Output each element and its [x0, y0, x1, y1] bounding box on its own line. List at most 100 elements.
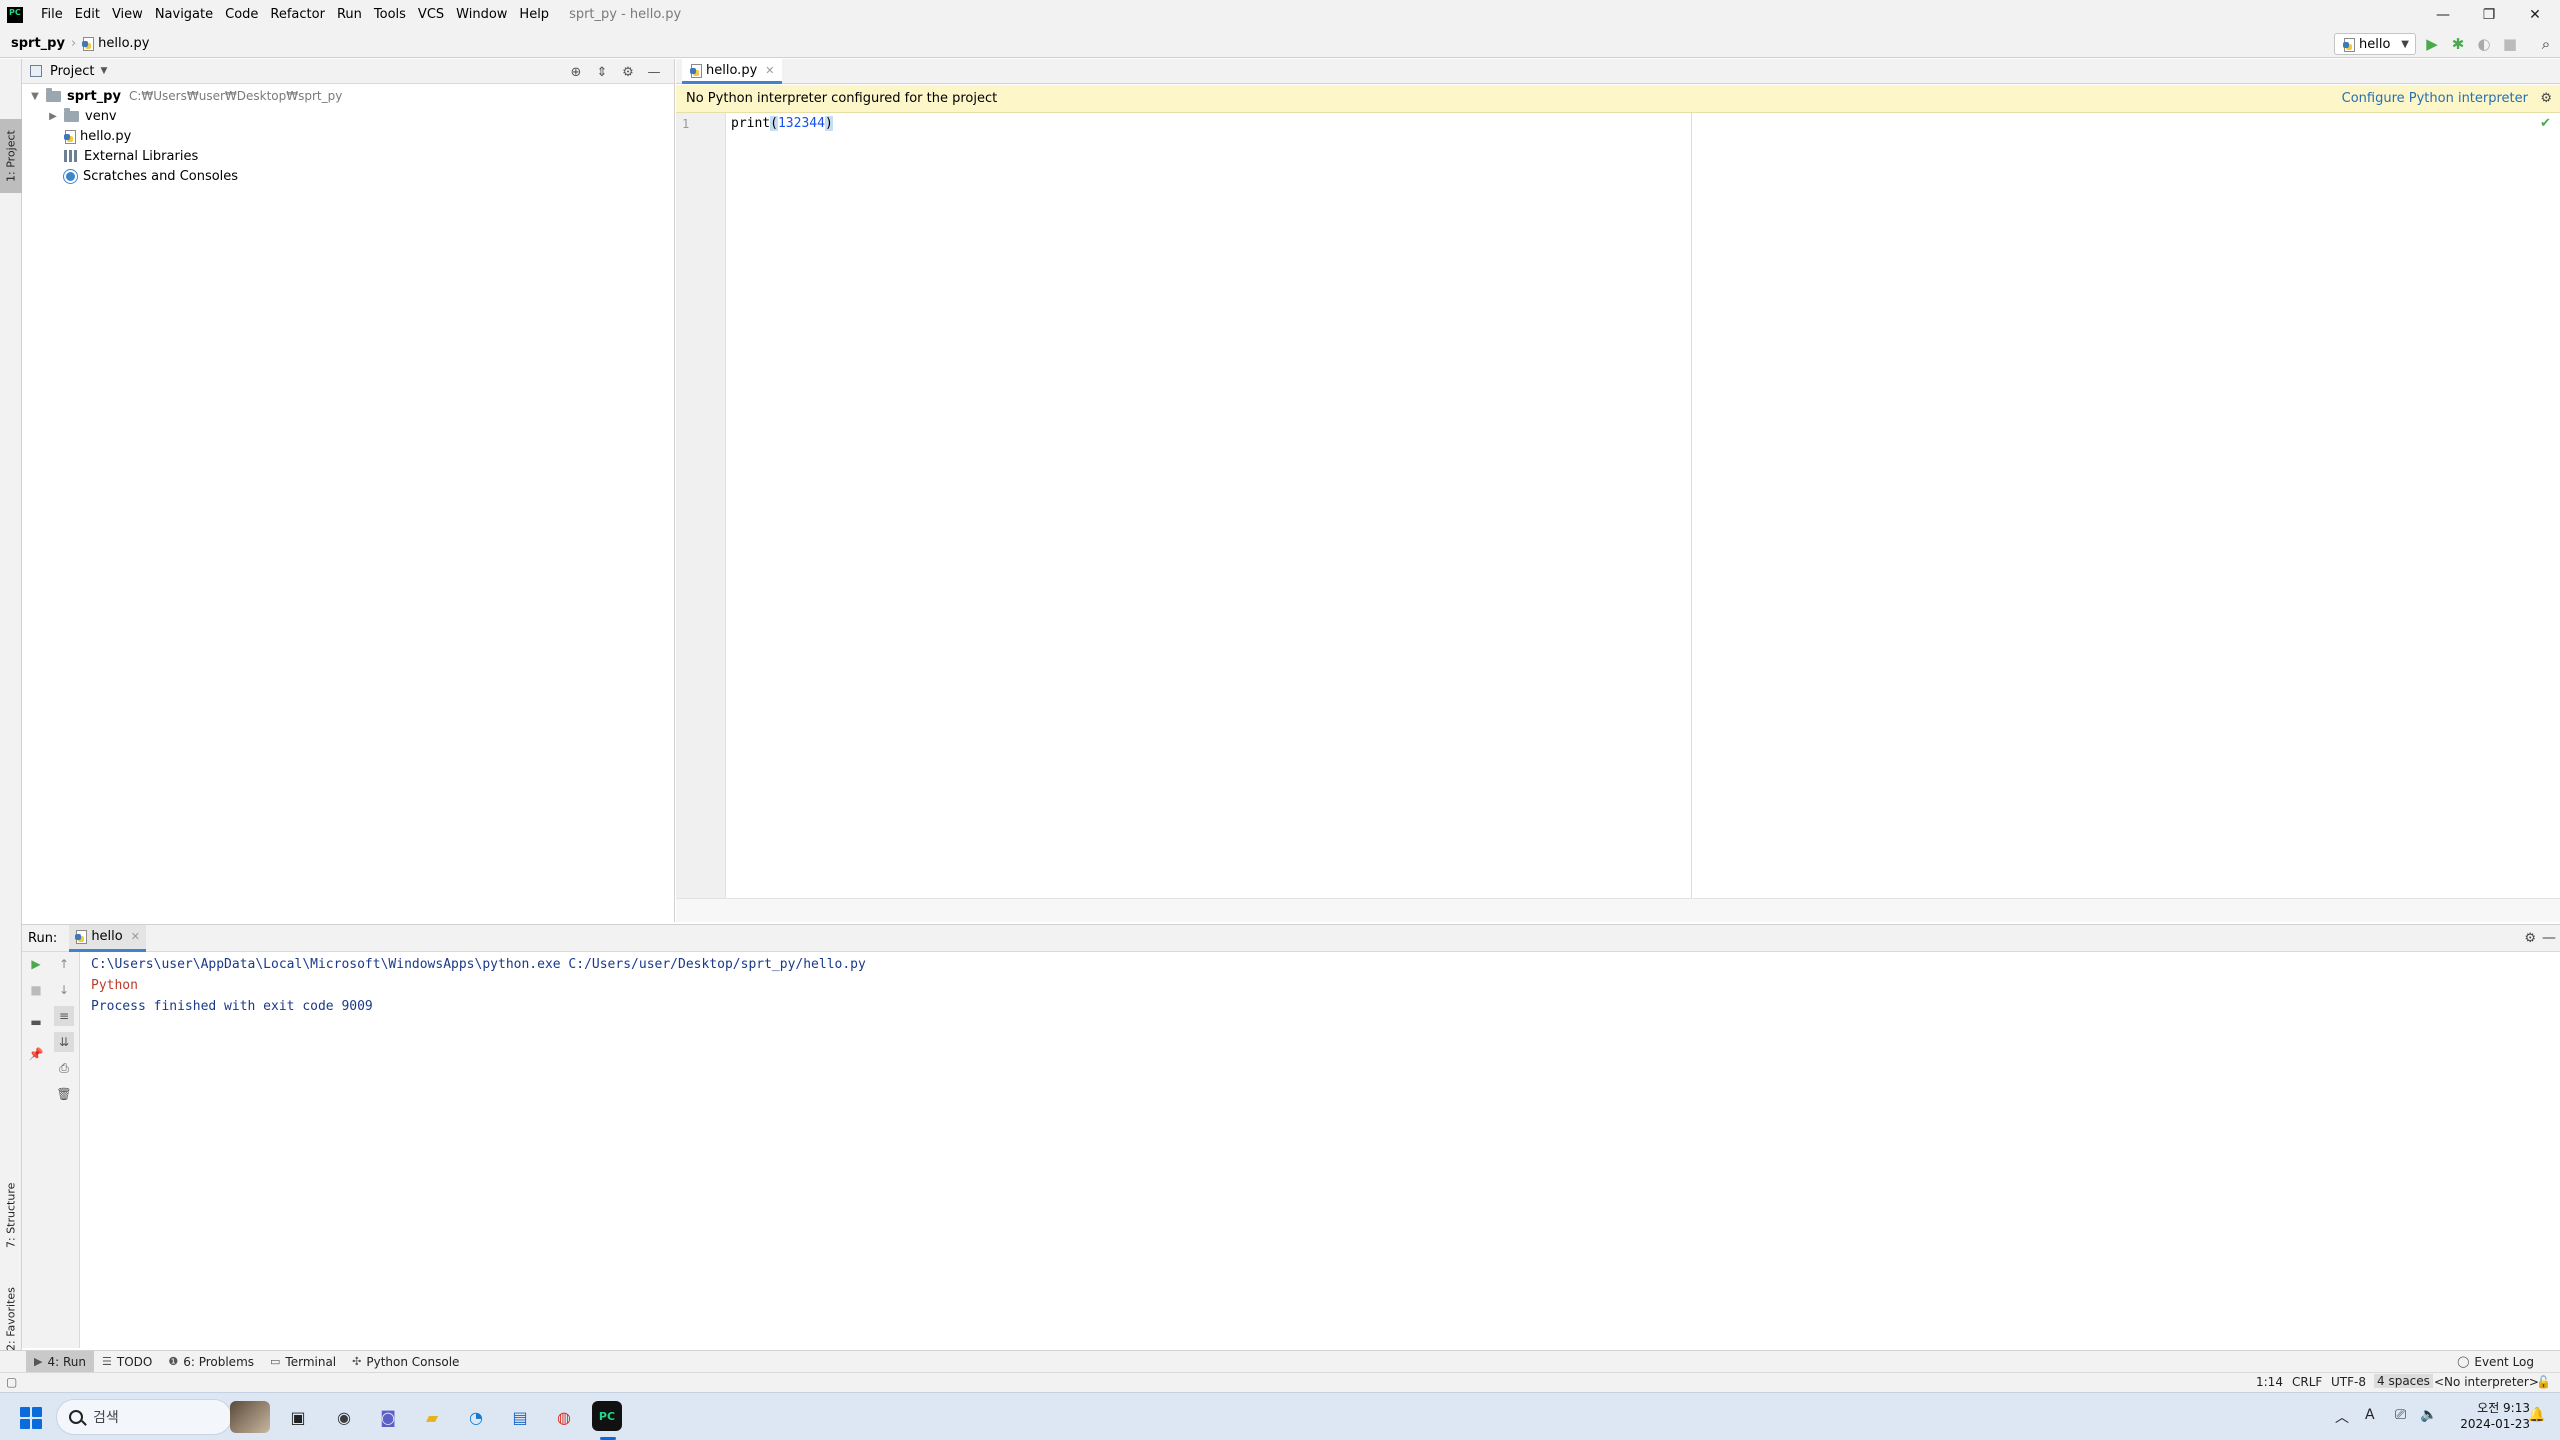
gear-icon[interactable]: ⚙ — [2524, 931, 2536, 946]
chevron-down-icon[interactable]: ▼ — [100, 66, 107, 76]
line-separator[interactable]: CRLF — [2292, 1375, 2322, 1389]
coverage-icon[interactable]: ◐ — [2473, 33, 2495, 55]
print-icon[interactable]: ⎙ — [54, 1058, 74, 1078]
menu-navigate[interactable]: Navigate — [149, 0, 219, 29]
tree-item-venv[interactable]: ▶ venv — [46, 106, 117, 126]
run-tab-label: hello — [91, 929, 123, 944]
close-window-button[interactable]: ✕ — [2512, 0, 2558, 29]
menu-file[interactable]: File — [35, 0, 69, 29]
stop-icon[interactable]: ■ — [26, 980, 46, 1000]
ime-indicator[interactable]: A — [2365, 1407, 2375, 1423]
pin-icon[interactable]: 📌 — [26, 1044, 46, 1064]
caret-position[interactable]: 1:14 — [2256, 1375, 2283, 1389]
run-console[interactable]: C:\Users\user\AppData\Local\Microsoft\Wi… — [81, 952, 2560, 1348]
tool-tab-python-console[interactable]: ✣ Python Console — [344, 1351, 467, 1373]
minimize-button[interactable]: — — [2420, 0, 2466, 29]
tree-item-scratches[interactable]: Scratches and Consoles — [46, 166, 238, 186]
project-panel-title[interactable]: Project — [50, 64, 94, 79]
arrow-up-icon[interactable]: ↑ — [54, 954, 74, 974]
navigation-bar: sprt_py › hello.py — [0, 29, 2560, 58]
run-tab-hello[interactable]: hello ✕ — [69, 924, 146, 952]
news-widget-icon[interactable] — [230, 1401, 270, 1433]
editor-tab-hello-py[interactable]: hello.py ✕ — [682, 59, 783, 84]
restore-button[interactable]: ❐ — [2466, 0, 2512, 29]
tool-tab-problems[interactable]: ❶ 6: Problems — [160, 1351, 262, 1373]
run-config-dropdown[interactable]: hello ▼ — [2334, 33, 2416, 55]
menu-view[interactable]: View — [106, 0, 149, 29]
debug-icon[interactable]: ✱ — [2447, 33, 2469, 55]
editor-horizontal-scrollbar[interactable] — [676, 898, 2560, 922]
task-view-icon[interactable]: ▣ — [282, 1401, 314, 1433]
folder-icon — [46, 87, 61, 102]
tree-item-label: sprt_py — [67, 88, 121, 104]
menu-vcs[interactable]: VCS — [412, 0, 450, 29]
stop-icon[interactable]: ■ — [2499, 33, 2521, 55]
photos-app-icon[interactable]: ◉ — [328, 1401, 360, 1433]
close-icon[interactable]: ✕ — [131, 930, 140, 943]
tool-tab-todo[interactable]: ☰ TODO — [94, 1351, 160, 1373]
edge-browser-icon[interactable]: ◔ — [460, 1401, 492, 1433]
tree-item-project-root[interactable]: ▼ sprt_py C:₩Users₩user₩Desktop₩sprt_py — [28, 86, 342, 106]
menu-edit[interactable]: Edit — [69, 0, 106, 29]
code-line[interactable]: print(132344) — [731, 116, 833, 131]
trash-icon[interactable]: 🗑 — [54, 1084, 74, 1104]
tree-item-external-libraries[interactable]: External Libraries — [46, 146, 198, 166]
menu-help[interactable]: Help — [513, 0, 555, 29]
gear-icon[interactable]: ⚙ — [619, 63, 637, 81]
pycharm-app-icon[interactable]: PC — [592, 1401, 622, 1431]
inspection-ok-icon[interactable]: ✔ — [2540, 116, 2551, 131]
scroll-to-end-icon[interactable]: ⇊ — [54, 1032, 74, 1052]
run-icon[interactable]: ▶ — [2421, 33, 2443, 55]
chat-app-icon[interactable]: ◙ — [372, 1401, 404, 1433]
menu-code[interactable]: Code — [219, 0, 264, 29]
tool-tab-event-log[interactable]: ◯ Event Log — [2449, 1351, 2542, 1373]
code-editor[interactable]: print(132344) — [727, 113, 2560, 898]
interpreter-status[interactable]: <No interpreter> — [2434, 1375, 2539, 1389]
taskbar-search[interactable]: 검색 — [56, 1399, 232, 1435]
breadcrumb-project[interactable]: sprt_py — [11, 36, 65, 51]
chrome-browser-icon[interactable]: ◍ — [548, 1401, 580, 1433]
volume-icon[interactable]: 🔈 — [2420, 1407, 2437, 1423]
chevron-right-icon[interactable]: ▶ — [46, 111, 60, 122]
scratches-icon — [64, 169, 77, 183]
network-icon[interactable]: ⎚ — [2395, 1407, 2406, 1423]
clock-time[interactable]: 오전 9:13 — [2440, 1399, 2530, 1416]
search-everywhere-icon[interactable]: ⌕ — [2535, 33, 2557, 55]
windows-start-icon[interactable] — [20, 1407, 42, 1429]
hide-panel-icon[interactable]: — — [2542, 930, 2556, 946]
soft-wrap-icon[interactable]: ≡ — [54, 1006, 74, 1026]
tool-tab-terminal[interactable]: ▭ Terminal — [262, 1351, 344, 1373]
breadcrumb-file[interactable]: hello.py — [82, 36, 149, 51]
menu-tools[interactable]: Tools — [368, 0, 412, 29]
notification-bell-icon[interactable]: 🔔 — [2528, 1407, 2545, 1423]
menu-window[interactable]: Window — [450, 0, 513, 29]
tool-tab-label: Terminal — [285, 1354, 337, 1369]
file-explorer-icon[interactable]: ▰ — [416, 1401, 448, 1433]
file-encoding[interactable]: UTF-8 — [2331, 1375, 2366, 1389]
tab-structure[interactable]: 7: Structure — [0, 1165, 22, 1265]
chevron-down-icon[interactable]: ▼ — [28, 91, 42, 102]
store-app-icon[interactable]: ▤ — [504, 1401, 536, 1433]
clock-date[interactable]: 2024-01-23 — [2440, 1417, 2530, 1431]
left-tool-stripe: 1: Project 7: Structure 2: Favorites — [0, 59, 22, 1379]
configure-interpreter-link[interactable]: Configure Python interpreter — [2342, 91, 2528, 106]
menu-run[interactable]: Run — [331, 0, 368, 29]
tab-project[interactable]: 1: Project — [0, 119, 22, 193]
collapse-all-icon[interactable]: ⇕ — [593, 63, 611, 81]
rerun-icon[interactable]: ▶ — [26, 954, 46, 974]
lock-icon[interactable]: 🔓 — [2536, 1375, 2551, 1389]
chevron-up-icon[interactable]: ︿ — [2335, 1407, 2349, 1427]
layout-icon[interactable]: ▬ — [26, 1012, 46, 1032]
indent-setting[interactable]: 4 spaces — [2374, 1374, 2433, 1388]
run-panel-header: Run: hello ✕ ⚙ — — [22, 924, 2560, 952]
arrow-down-icon[interactable]: ↓ — [54, 980, 74, 1000]
close-icon[interactable]: ✕ — [765, 64, 774, 77]
tool-tab-run[interactable]: ▶ 4: Run — [26, 1350, 94, 1373]
tree-item-hello-py[interactable]: hello.py — [64, 126, 131, 146]
locate-file-icon[interactable]: ⊕ — [567, 63, 585, 81]
hide-panel-icon[interactable]: — — [645, 63, 663, 81]
toggle-tool-windows-icon[interactable]: ▢ — [6, 1375, 17, 1389]
gear-icon[interactable]: ⚙ — [2540, 91, 2552, 106]
menu-refactor[interactable]: Refactor — [264, 0, 331, 29]
search-icon — [69, 1410, 83, 1424]
